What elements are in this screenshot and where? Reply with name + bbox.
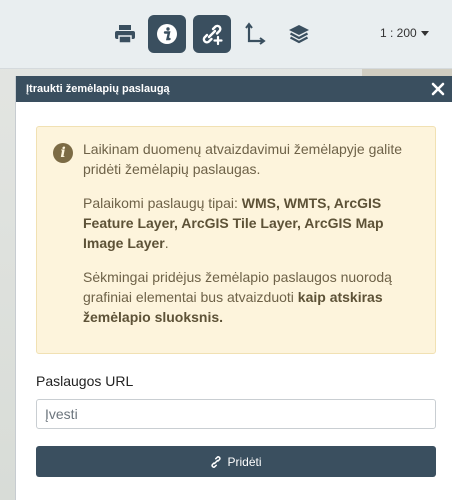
url-input[interactable]: [36, 399, 436, 429]
chevron-down-icon: [420, 31, 429, 37]
add-button-label: Pridėti: [227, 454, 262, 469]
alert-p2-suffix: .: [164, 235, 169, 251]
print-icon: [115, 25, 135, 44]
info-alert: i Laikinam duomenų atvaizdavimui žemėlap…: [36, 126, 436, 354]
url-label: Paslaugos URL: [36, 373, 134, 389]
measure-button[interactable]: [236, 15, 274, 53]
alert-p2-prefix: Palaikomi paslaugų tipai:: [83, 195, 242, 211]
info-icon: [157, 24, 177, 44]
layers-button[interactable]: [280, 15, 318, 53]
add-service-button[interactable]: [193, 15, 231, 53]
alert-paragraph-3: Sėkmingai pridėjus žemėlapio paslaugos n…: [83, 267, 423, 327]
info-circle-icon: i: [53, 143, 73, 163]
alert-paragraph-2: Palaikomi paslaugų tipai: WMS, WMTS, Arc…: [83, 193, 423, 253]
scale-value: 1 : 200: [380, 26, 417, 40]
info-button[interactable]: [148, 15, 186, 53]
link-icon: [211, 455, 222, 468]
add-service-dialog: Įtraukti žemėlapių paslaugą i Laikinam d…: [15, 76, 452, 500]
dialog-title: Įtraukti žemėlapių paslaugą: [26, 83, 170, 95]
print-button[interactable]: [106, 15, 144, 53]
dialog-header: Įtraukti žemėlapių paslaugą: [16, 76, 452, 102]
alert-text: Laikinam duomenų atvaizdavimui žemėlapyj…: [83, 139, 423, 341]
add-link-icon: [202, 24, 223, 46]
scale-selector[interactable]: 1 : 200: [380, 26, 429, 40]
add-button[interactable]: Pridėti: [36, 446, 436, 477]
alert-paragraph-1: Laikinam duomenų atvaizdavimui žemėlapyj…: [83, 141, 403, 177]
close-icon[interactable]: [431, 82, 445, 96]
layers-icon: [289, 25, 309, 44]
map-toolbar: 1 : 200: [0, 0, 452, 69]
measure-axes-icon: [245, 22, 266, 45]
